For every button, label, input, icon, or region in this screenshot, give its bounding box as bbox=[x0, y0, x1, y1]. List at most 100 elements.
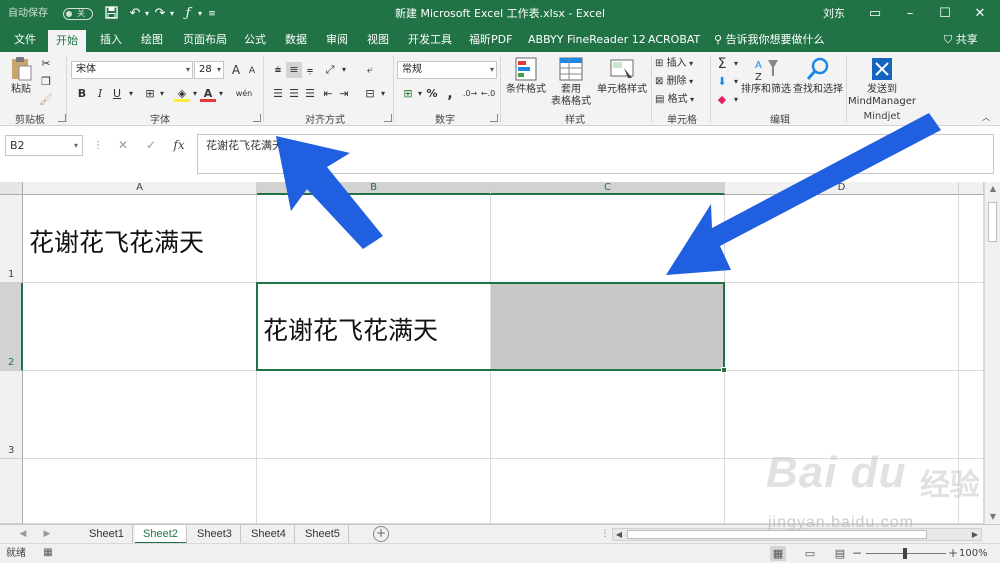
number-launcher-icon[interactable] bbox=[490, 114, 498, 122]
minimize-icon[interactable]: – bbox=[890, 0, 930, 28]
decrease-indent-icon[interactable]: ⇤ bbox=[320, 86, 336, 102]
cell-b1[interactable] bbox=[257, 195, 491, 283]
tab-split-icon[interactable]: ⋮ bbox=[598, 525, 612, 544]
scroll-left-icon[interactable]: ◀ bbox=[613, 529, 625, 540]
enter-icon[interactable]: ✓ bbox=[142, 136, 160, 154]
comma-style-button[interactable]: , bbox=[442, 86, 458, 102]
prev-sheet-icon[interactable]: ◀ bbox=[16, 525, 30, 544]
copy-icon[interactable]: ❐ bbox=[38, 74, 54, 90]
align-top-icon[interactable]: ⩧ bbox=[270, 62, 286, 78]
cell-d3[interactable] bbox=[725, 371, 959, 459]
increase-font-icon[interactable]: A bbox=[228, 62, 244, 78]
name-box[interactable]: B2 ▾ bbox=[5, 135, 83, 156]
tab-data[interactable]: 数据 bbox=[277, 28, 315, 52]
merge-dropdown-icon[interactable]: ▾ bbox=[375, 86, 391, 102]
tab-file[interactable]: 文件 bbox=[6, 28, 44, 52]
find-select-button[interactable]: 查找和选择 bbox=[792, 56, 844, 96]
insert-cells-button[interactable]: ⊞ 插入 ▾ bbox=[655, 58, 705, 70]
tab-review[interactable]: 审阅 bbox=[318, 28, 356, 52]
sort-filter-button[interactable]: AZ 排序和筛选 bbox=[740, 56, 792, 96]
maximize-icon[interactable]: ☐ bbox=[925, 0, 965, 28]
select-all-corner[interactable] bbox=[0, 182, 23, 195]
cell-b3[interactable] bbox=[257, 371, 491, 459]
alignment-launcher-icon[interactable] bbox=[384, 114, 392, 122]
tab-foxit-pdf[interactable]: 福昕PDF bbox=[461, 28, 520, 52]
collapse-ribbon-icon[interactable]: ︿ bbox=[978, 110, 994, 126]
font-launcher-icon[interactable] bbox=[253, 114, 261, 122]
format-as-table-button[interactable]: 套用 表格格式 bbox=[548, 56, 594, 108]
user-name[interactable]: 刘东 bbox=[823, 0, 845, 28]
phonetic-icon[interactable]: wén bbox=[234, 86, 254, 102]
cell-d2[interactable] bbox=[725, 283, 959, 371]
sheet-tab-4[interactable]: Sheet4 bbox=[243, 525, 295, 544]
zoom-in-icon[interactable]: + bbox=[948, 544, 958, 563]
page-break-view-icon[interactable]: ▤ bbox=[832, 546, 848, 561]
sheet-tab-5[interactable]: Sheet5 bbox=[297, 525, 349, 544]
column-header-a[interactable]: A bbox=[23, 182, 257, 195]
column-header-c[interactable]: C bbox=[491, 182, 725, 195]
cell-e2[interactable] bbox=[959, 283, 984, 371]
orientation-dropdown-icon[interactable]: ▾ bbox=[336, 62, 352, 78]
row-header-3[interactable]: 3 bbox=[0, 371, 23, 459]
cut-icon[interactable]: ✂ bbox=[38, 56, 54, 72]
tab-page-layout[interactable]: 页面布局 bbox=[175, 28, 235, 52]
align-right-icon[interactable]: ☰ bbox=[302, 86, 318, 102]
column-header-d[interactable]: D bbox=[725, 182, 959, 195]
borders-dropdown-icon[interactable]: ▾ bbox=[154, 86, 170, 102]
wrap-text-icon[interactable]: ⤶ bbox=[362, 62, 378, 78]
sheet-tab-3[interactable]: Sheet3 bbox=[189, 525, 241, 544]
delete-cells-button[interactable]: ⊠ 删除 ▾ bbox=[655, 76, 705, 88]
formula-bar-grip-icon[interactable]: ⋮ bbox=[93, 140, 103, 151]
formula-input[interactable]: 花谢花飞花满天 bbox=[197, 134, 994, 174]
send-to-mindmanager-button[interactable]: 发送到 MindManager bbox=[848, 56, 916, 108]
tab-acrobat[interactable]: ACROBAT bbox=[640, 28, 708, 52]
sheet-tab-2[interactable]: Sheet2 bbox=[135, 525, 187, 544]
tell-me-box[interactable]: ⚲ 告诉我你想要做什么 bbox=[706, 28, 833, 52]
cell-b4[interactable] bbox=[257, 459, 491, 524]
tab-home[interactable]: 开始 bbox=[48, 30, 86, 52]
vertical-scroll-thumb[interactable] bbox=[988, 202, 997, 242]
conditional-formatting-button[interactable]: 条件格式 bbox=[504, 56, 548, 96]
row-header-1[interactable]: 1 bbox=[0, 195, 23, 283]
ribbon-display-icon[interactable]: ▭ bbox=[855, 0, 895, 28]
increase-decimal-icon[interactable]: .0→ bbox=[462, 86, 478, 102]
bold-button[interactable]: B bbox=[74, 86, 90, 102]
cell-a4[interactable] bbox=[23, 459, 257, 524]
fill-handle[interactable] bbox=[721, 367, 727, 373]
zoom-slider[interactable] bbox=[866, 548, 946, 559]
font-size-combo[interactable]: 28 ▾ bbox=[194, 61, 224, 79]
cancel-icon[interactable]: ✕ bbox=[114, 136, 132, 154]
increase-indent-icon[interactable]: ⇥ bbox=[336, 86, 352, 102]
zoom-out-icon[interactable]: − bbox=[852, 544, 862, 563]
font-color-dropdown-icon[interactable]: ▾ bbox=[213, 86, 229, 102]
page-layout-view-icon[interactable]: ▭ bbox=[802, 546, 818, 561]
next-sheet-icon[interactable]: ▶ bbox=[40, 525, 54, 544]
zoom-level[interactable]: 100% bbox=[959, 544, 988, 563]
tab-developer[interactable]: 开发工具 bbox=[400, 28, 460, 52]
decrease-decimal-icon[interactable]: ←.0 bbox=[480, 86, 496, 102]
paste-button[interactable]: 粘贴 bbox=[6, 56, 36, 96]
cell-a1[interactable]: 花谢花飞花满天 bbox=[23, 195, 257, 283]
add-sheet-icon[interactable]: + bbox=[373, 526, 389, 542]
cell-d1[interactable] bbox=[725, 195, 959, 283]
share-button[interactable]: ⛉ 共享 bbox=[944, 28, 978, 52]
align-left-icon[interactable]: ☰ bbox=[270, 86, 286, 102]
align-center-icon[interactable]: ☰ bbox=[286, 86, 302, 102]
percent-style-button[interactable]: % bbox=[424, 86, 440, 102]
tab-view[interactable]: 视图 bbox=[359, 28, 397, 52]
decrease-font-icon[interactable]: A bbox=[244, 63, 260, 79]
sheet-tab-1[interactable]: Sheet1 bbox=[81, 525, 133, 544]
align-middle-icon[interactable]: ≡ bbox=[286, 62, 302, 78]
scroll-up-icon[interactable]: ▲ bbox=[985, 182, 1000, 196]
cell-styles-button[interactable]: 单元格样式 bbox=[596, 56, 648, 96]
format-cells-button[interactable]: ▤ 格式 ▾ bbox=[655, 94, 705, 106]
italic-button[interactable]: I bbox=[92, 86, 108, 102]
align-bottom-icon[interactable]: ⩦ bbox=[302, 62, 318, 78]
clipboard-launcher-icon[interactable] bbox=[58, 114, 66, 122]
cell-c4[interactable] bbox=[491, 459, 725, 524]
row-header-4[interactable] bbox=[0, 459, 23, 524]
row-header-2[interactable]: 2 bbox=[0, 283, 23, 371]
tab-draw[interactable]: 绘图 bbox=[133, 28, 171, 52]
column-header-b[interactable]: B bbox=[257, 182, 491, 195]
cell-a3[interactable] bbox=[23, 371, 257, 459]
